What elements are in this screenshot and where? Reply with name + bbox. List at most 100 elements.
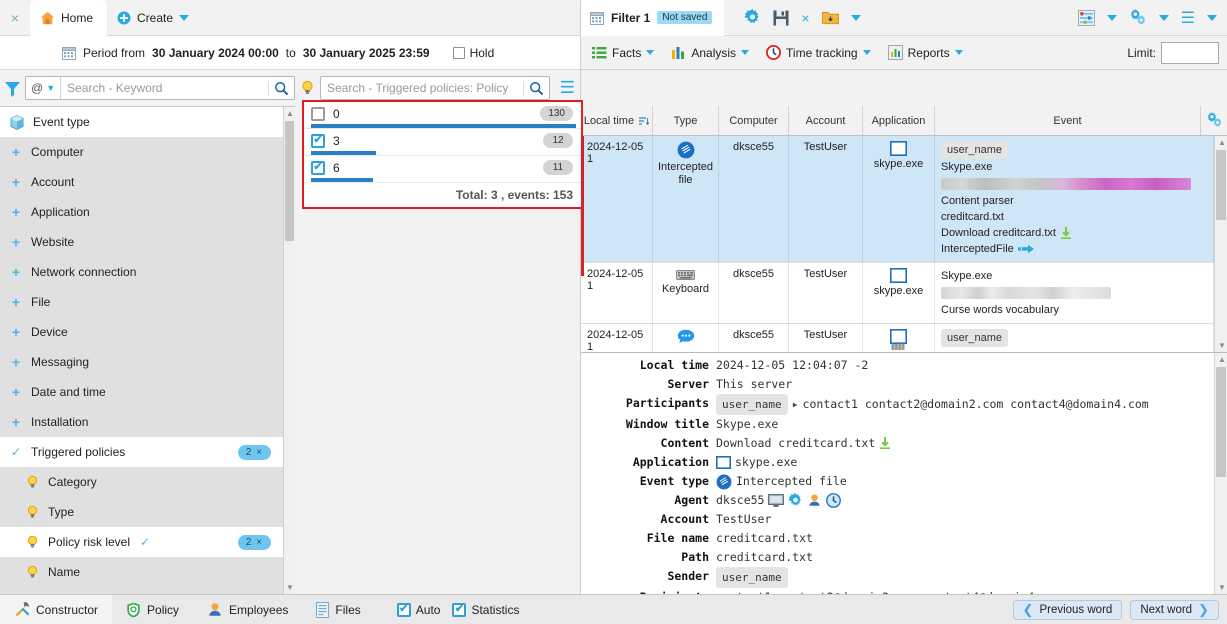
event-download-link[interactable]: Download creditcard.txt	[941, 225, 1056, 241]
table-row[interactable]: 2024-12-05 1 Intercepted file	[581, 136, 1214, 263]
previous-word-button[interactable]: ❮ Previous word	[1013, 600, 1123, 620]
toolbar-button-analysis[interactable]: Analysis	[664, 46, 756, 60]
sidebar-item-computer[interactable]: + Computer	[0, 137, 283, 167]
sidebar-item-triggered-policies[interactable]: ✓ Triggered policies 2 ×	[0, 437, 283, 467]
column-header-type[interactable]: Type	[653, 106, 719, 135]
chevron-down-icon[interactable]	[845, 15, 867, 21]
auto-checkbox[interactable]: Auto	[397, 603, 441, 617]
column-settings-icon[interactable]	[1201, 106, 1227, 135]
chevron-down-icon[interactable]	[1153, 15, 1175, 21]
period-from-value[interactable]: 30 January 2024 00:00	[152, 46, 279, 60]
statistics-checkbox[interactable]: Statistics	[452, 603, 519, 617]
settings-gears-icon[interactable]	[1123, 9, 1153, 27]
facet-row[interactable]: 6 11	[304, 156, 581, 183]
filter-funnel-icon[interactable]	[4, 80, 21, 97]
cell-local-time: 2024-12-05 1	[581, 136, 653, 262]
bottom-tab-constructor[interactable]: Constructor	[0, 595, 112, 624]
hold-checkbox[interactable]: Hold	[453, 46, 495, 60]
clock-icon[interactable]	[826, 493, 841, 508]
policy-search-box[interactable]	[320, 76, 550, 100]
table-scrollbar[interactable]: ▲ ▼	[1214, 136, 1227, 352]
menu-icon[interactable]: ☰	[1175, 8, 1201, 28]
sidebar-item-website[interactable]: + Website	[0, 227, 283, 257]
scroll-down-icon[interactable]: ▼	[286, 583, 294, 592]
sidebar-item-file[interactable]: + File	[0, 287, 283, 317]
gear-icon[interactable]	[788, 493, 803, 508]
columns-icon[interactable]	[1072, 10, 1101, 26]
column-header-computer[interactable]: Computer	[719, 106, 789, 135]
facet-row[interactable]: 3 12	[304, 129, 581, 156]
sidebar-item-device[interactable]: + Device	[0, 317, 283, 347]
sidebar-scrollbar[interactable]: ▲ ▼	[283, 106, 295, 594]
gear-icon[interactable]	[738, 9, 767, 26]
sidebar-item-badge[interactable]: 2 ×	[238, 535, 271, 550]
detail-scrollbar[interactable]: ▲ ▼	[1214, 353, 1227, 594]
chevron-down-icon[interactable]	[1201, 15, 1227, 21]
sidebar-item-event-type[interactable]: Event type	[0, 107, 283, 137]
facet-row[interactable]: 0 130	[304, 102, 581, 129]
detail-scrollbar-thumb[interactable]	[1216, 367, 1226, 477]
menu-icon[interactable]: ☰	[555, 78, 580, 98]
policy-search-input[interactable]	[321, 77, 523, 99]
facet-checkbox[interactable]	[311, 161, 325, 175]
close-icon[interactable]: ×	[0, 10, 30, 26]
search-icon[interactable]	[523, 81, 549, 96]
scroll-up-icon[interactable]: ▲	[1218, 138, 1226, 147]
sidebar-item-account[interactable]: + Account	[0, 167, 283, 197]
next-word-button[interactable]: Next word ❯	[1130, 600, 1219, 620]
column-header-account[interactable]: Account	[789, 106, 863, 135]
home-tab[interactable]: Home	[30, 0, 107, 36]
close-icon[interactable]: ×	[795, 10, 815, 26]
scroll-up-icon[interactable]: ▲	[286, 109, 294, 118]
facet-checkbox[interactable]	[311, 134, 325, 148]
bottom-tab-policy[interactable]: Policy	[112, 595, 193, 624]
sidebar-item-category[interactable]: Category	[0, 467, 283, 497]
sidebar-item-date-and-time[interactable]: + Date and time	[0, 377, 283, 407]
sidebar-item-badge[interactable]: 2 ×	[238, 445, 271, 460]
splitter-grip[interactable]: ▮▮▮▮	[891, 342, 905, 351]
export-icon[interactable]	[816, 10, 845, 25]
scroll-down-icon[interactable]: ▼	[1218, 583, 1226, 592]
table-row[interactable]: 2024-12-05 1	[581, 263, 1214, 324]
toolbar-button-reports[interactable]: Reports	[881, 45, 970, 60]
sidebar-item-network-connection[interactable]: + Network connection	[0, 257, 283, 287]
sidebar-item-installation[interactable]: + Installation	[0, 407, 283, 437]
monitor-icon[interactable]	[768, 494, 784, 508]
calendar-icon[interactable]	[62, 46, 76, 60]
toolbar-button-time-tracking[interactable]: Time tracking	[759, 45, 878, 60]
download-icon[interactable]	[879, 437, 891, 450]
detail-value: 2024-12-05 12:04:07 -2	[716, 356, 1214, 375]
filter-tab[interactable]: Filter 1 Not saved	[581, 0, 724, 36]
sidebar-item-type[interactable]: Type	[0, 497, 283, 527]
bottom-tab-files[interactable]: Files	[302, 595, 374, 624]
limit-input[interactable]	[1161, 42, 1219, 64]
keyword-search-box[interactable]: @ ▼	[25, 76, 295, 100]
sidebar-item-application[interactable]: + Application	[0, 197, 283, 227]
bottom-tab-employees[interactable]: Employees	[193, 595, 302, 624]
arrow-right-icon[interactable]	[1018, 244, 1036, 254]
create-button[interactable]: Create	[107, 11, 199, 25]
sidebar-scrollbar-thumb[interactable]	[285, 121, 294, 241]
chevron-down-icon[interactable]	[1101, 15, 1123, 21]
facet-checkbox[interactable]	[311, 107, 325, 121]
person-icon[interactable]	[807, 493, 822, 508]
search-scope-selector[interactable]: @ ▼	[26, 77, 61, 99]
bottom-bar: Constructor Policy Employees	[0, 594, 1227, 624]
detail-value[interactable]: Download creditcard.txt	[716, 434, 875, 453]
search-input[interactable]	[61, 77, 268, 99]
sidebar-item-name[interactable]: Name	[0, 557, 283, 587]
column-header-event[interactable]: Event	[935, 106, 1201, 135]
column-header-application[interactable]: Application	[863, 106, 935, 135]
download-icon[interactable]	[1060, 227, 1072, 240]
save-icon[interactable]	[767, 10, 795, 26]
search-icon[interactable]	[268, 81, 294, 96]
toolbar-button-facts[interactable]: Facts	[585, 46, 661, 60]
sidebar-item-messaging[interactable]: + Messaging	[0, 347, 283, 377]
sidebar-item-policy-risk-level[interactable]: Policy risk level ✓ 2 ×	[0, 527, 283, 557]
period-to-value[interactable]: 30 January 2025 23:59	[303, 46, 430, 60]
column-header-local-time[interactable]: Local time	[581, 106, 653, 135]
chevron-down-icon[interactable]: ✓	[139, 535, 151, 549]
table-scrollbar-thumb[interactable]	[1216, 150, 1226, 220]
scroll-down-icon[interactable]: ▼	[1218, 341, 1226, 350]
scroll-up-icon[interactable]: ▲	[1218, 355, 1226, 364]
